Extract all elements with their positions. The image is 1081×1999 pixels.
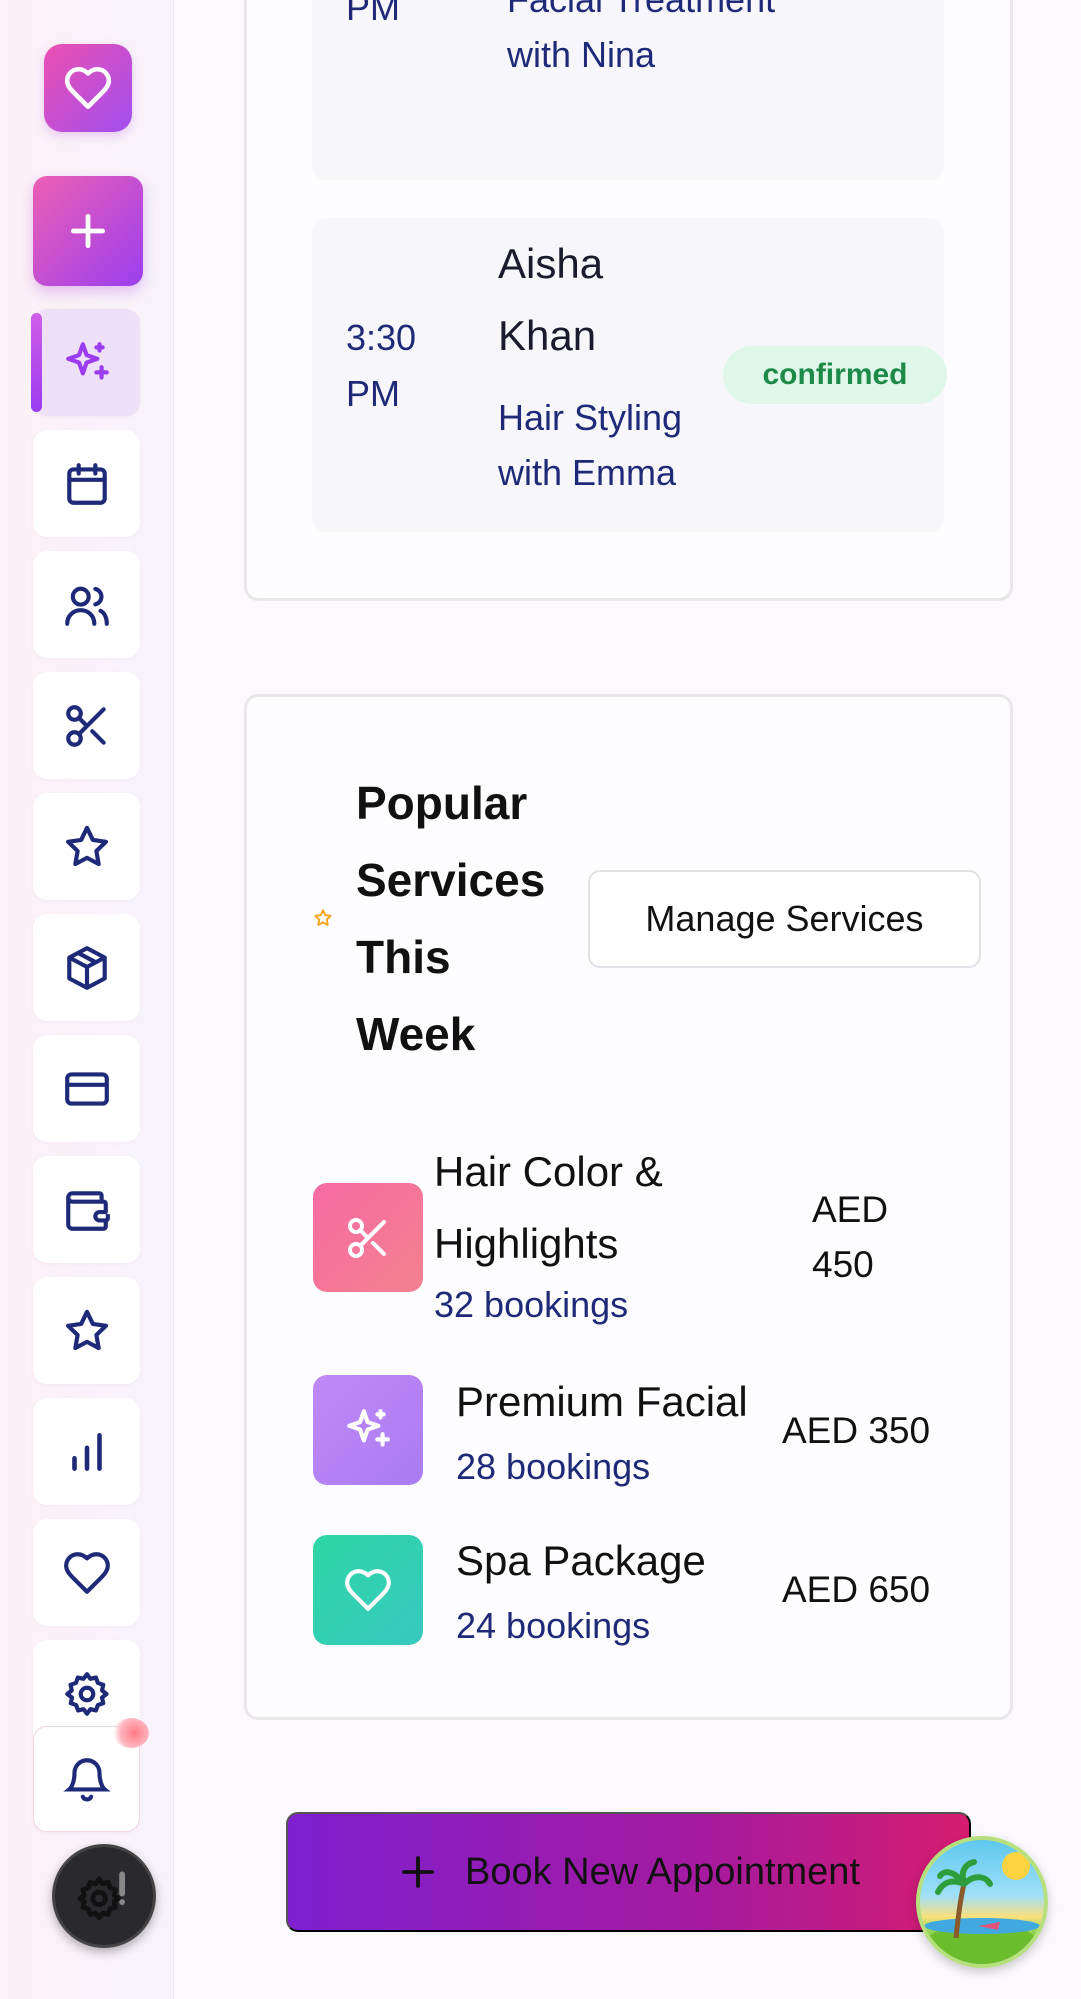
service-bookings: 24 bookings xyxy=(456,1605,651,1646)
plus-icon xyxy=(402,1856,434,1888)
service-price: AED 450 xyxy=(812,1189,889,1285)
sidebar-item-wallet[interactable] xyxy=(33,1156,140,1263)
service-name: Spa Package xyxy=(456,1537,706,1584)
service-bookings: 28 bookings xyxy=(456,1446,651,1487)
appointment-time: 3:30 PM xyxy=(346,317,417,414)
settings-alert-icon xyxy=(77,1871,126,1921)
appointment-service: Facial Treatment with Nina xyxy=(507,0,775,75)
sidebar-item-inventory[interactable] xyxy=(33,914,140,1021)
service-price: AED 350 xyxy=(782,1410,931,1451)
appointment-service: Hair Styling with Emma xyxy=(498,397,683,493)
heart-icon xyxy=(64,66,112,110)
sidebar xyxy=(0,0,174,1999)
sidebar-item-payments[interactable] xyxy=(33,1035,140,1142)
appointment-time: PM xyxy=(346,0,400,28)
sparkles-icon xyxy=(65,341,109,380)
appointment-item[interactable]: 3:30 PM Aisha Khan Hair Styling with Emm… xyxy=(312,218,947,532)
bar-chart-icon xyxy=(71,1432,102,1471)
sidebar-item-ai[interactable] xyxy=(31,309,140,416)
sidebar-item-services[interactable] xyxy=(33,672,140,779)
sidebar-item-wellness[interactable] xyxy=(33,1519,140,1626)
star-icon xyxy=(65,1309,108,1350)
box-icon xyxy=(66,945,107,990)
users-icon xyxy=(64,586,109,626)
book-appointment-label: Book New Appointment xyxy=(464,1850,860,1893)
sidebar-item-reviews[interactable] xyxy=(33,793,140,900)
heart-icon xyxy=(345,1569,391,1611)
settings-icon xyxy=(64,1671,109,1716)
appointment-item[interactable]: PM Facial Treatment with Nina pending xyxy=(312,0,944,180)
logo[interactable] xyxy=(44,44,132,132)
star-icon xyxy=(313,908,333,933)
client-name: Aisha Khan xyxy=(498,240,604,359)
heart-icon xyxy=(63,1551,110,1594)
quick-add-button[interactable] xyxy=(33,176,143,286)
service-name: Premium Facial xyxy=(456,1378,748,1425)
scissors-icon xyxy=(348,1217,386,1258)
service-bookings: 32 bookings xyxy=(434,1284,629,1325)
sidebar-item-reports[interactable] xyxy=(33,1398,140,1505)
sparkles-icon xyxy=(347,1409,390,1447)
sidebar-item-clients[interactable] xyxy=(33,551,140,658)
service-name: Hair Color & Highlights xyxy=(434,1148,663,1267)
assistant-avatar[interactable] xyxy=(916,1836,1048,1968)
service-icon xyxy=(313,1535,423,1645)
scissors-icon xyxy=(65,704,106,747)
sidebar-item-loyalty[interactable] xyxy=(33,1277,140,1384)
service-icon xyxy=(313,1375,423,1485)
service-price: AED 650 xyxy=(782,1569,931,1610)
settings-alert-button[interactable] xyxy=(52,1844,156,1948)
service-icon xyxy=(313,1183,423,1292)
wallet-icon xyxy=(65,1190,110,1231)
beach-icon xyxy=(920,1852,1044,1964)
calendar-icon xyxy=(66,462,107,505)
manage-services-button[interactable]: Manage Services xyxy=(588,870,981,968)
status-badge: confirmed xyxy=(723,346,947,404)
book-appointment-button[interactable]: Book New Appointment xyxy=(286,1812,971,1932)
sidebar-item-calendar[interactable] xyxy=(33,430,140,537)
star-icon xyxy=(65,825,108,866)
plus-icon xyxy=(70,213,106,249)
notification-badge xyxy=(113,1718,149,1748)
bell-icon xyxy=(62,1758,111,1802)
section-title: Popular Services This Week xyxy=(356,777,546,1060)
credit-card-icon xyxy=(64,1071,109,1106)
